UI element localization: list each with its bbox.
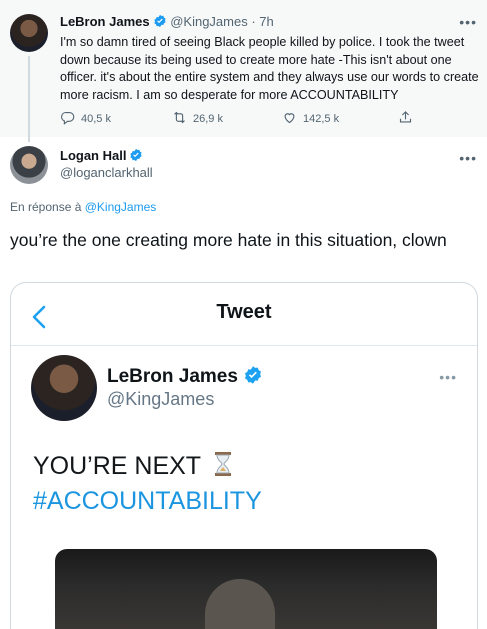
screenshot-author: LeBron James (107, 365, 263, 391)
share-button[interactable] (398, 110, 413, 128)
author-name[interactable]: Logan Hall (60, 148, 126, 163)
reply-icon (60, 110, 75, 128)
hourglass-icon (214, 451, 232, 484)
reply-count: 40,5 k (81, 113, 111, 125)
like-count: 142,5 k (303, 113, 340, 125)
screenshot-tweet-line1: YOU’RE NEXT (33, 451, 232, 484)
tweet-line: YOU’RE NEXT (33, 452, 201, 480)
reply-tweet-text: you’re the one creating more hate in thi… (10, 230, 447, 250)
reply-to-link[interactable]: @KingJames (85, 200, 157, 214)
avatar[interactable] (10, 146, 48, 184)
screenshot-header-title: Tweet (216, 301, 272, 323)
retweet-count: 26,9 k (193, 113, 223, 125)
retweet-icon (172, 110, 187, 128)
video-figure (205, 579, 275, 629)
parent-tweet-header: LeBron James @KingJames · 7h (60, 14, 274, 31)
hashtag-link: #ACCOUNTABILITY (33, 487, 262, 515)
handle-and-time[interactable]: @KingJames · 7h (170, 14, 274, 29)
more-horizontal-icon[interactable]: ••• (459, 14, 477, 30)
tweet-media-image[interactable]: Tweet LeBron James @KingJames ••• YOU’RE… (10, 282, 478, 629)
author-name[interactable]: LeBron James (60, 14, 150, 29)
heart-icon (282, 110, 297, 128)
verified-badge-icon (129, 148, 143, 165)
author-name: LeBron James (107, 366, 238, 387)
thread-connector (28, 56, 30, 142)
verified-badge-icon (243, 365, 263, 391)
author-handle: @KingJames (107, 389, 215, 409)
divider (11, 345, 477, 346)
video-thumbnail (55, 549, 437, 629)
author-handle[interactable]: @loganclarkhall (60, 165, 153, 180)
replying-to: En réponse à @KingJames (10, 200, 156, 214)
retweet-button[interactable]: 26,9 k (172, 110, 223, 128)
verified-badge-icon (153, 14, 167, 31)
more-horizontal-icon[interactable]: ••• (459, 150, 477, 166)
more-horizontal-icon: ••• (439, 369, 457, 385)
reply-author: Logan Hall (60, 148, 143, 165)
like-button[interactable]: 142,5 k (282, 110, 339, 128)
avatar (31, 355, 97, 421)
reply-prefix: En réponse à (10, 200, 82, 214)
tweet-actions: 40,5 k 26,9 k 142,5 k (60, 110, 420, 128)
parent-tweet-text: I'm so damn tired of seeing Black people… (60, 35, 479, 102)
reply-button[interactable]: 40,5 k (60, 110, 111, 128)
avatar[interactable] (10, 14, 48, 52)
share-icon (398, 110, 413, 128)
